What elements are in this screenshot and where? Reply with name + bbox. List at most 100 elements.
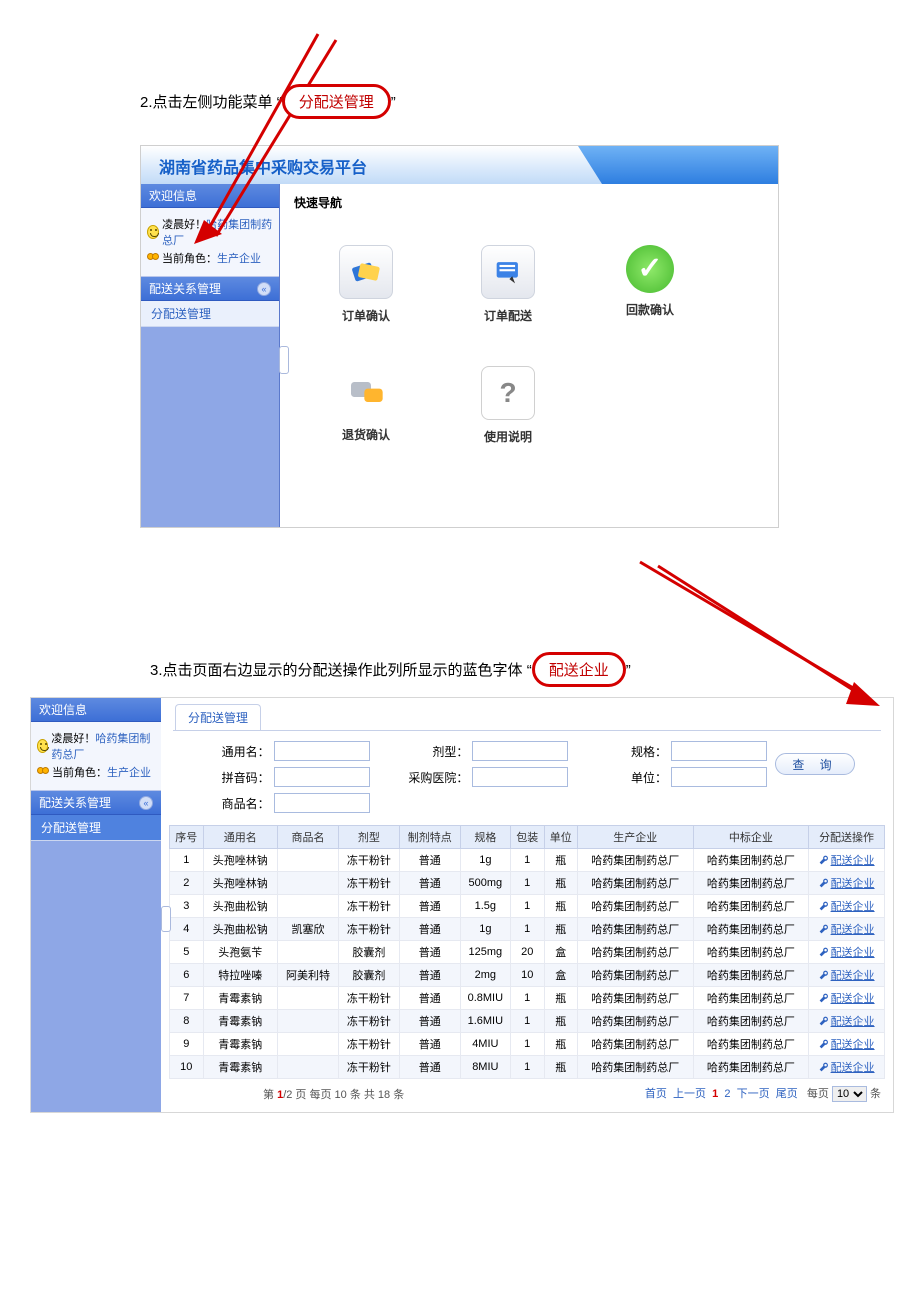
filter-pinyin: 拼音码：	[179, 767, 370, 787]
distribute-link[interactable]: 配送企业	[831, 993, 875, 1005]
help-icon: ?	[481, 366, 535, 420]
form-input[interactable]	[472, 741, 568, 761]
filter-spec: 规格：	[576, 741, 767, 761]
pinyin-input[interactable]	[274, 767, 370, 787]
page-1: 1	[712, 1088, 718, 1100]
col-header: 制剂特点	[399, 826, 460, 849]
splitter-handle[interactable]	[279, 346, 289, 374]
menu-group-header[interactable]: 配送关系管理 «	[141, 277, 279, 301]
col-header: 剂型	[338, 826, 399, 849]
wrench-icon	[819, 878, 829, 888]
greeting-text: 凌晨好！哈药集团制药总厂	[162, 216, 273, 248]
table-row: 4头孢曲松钠凯塞欣冻干粉针普通1g1瓶哈药集团制药总厂哈药集团制药总厂配送企业	[170, 918, 885, 941]
wrench-icon	[819, 901, 829, 911]
table-row: 6特拉唑嗪阿美利特胶囊剂普通2mg10盒哈药集团制药总厂哈药集团制药总厂配送企业	[170, 964, 885, 987]
content-tab: 分配送管理	[175, 704, 893, 730]
smile-icon	[37, 739, 48, 753]
filter-hospital: 采购医院：	[378, 767, 569, 787]
collapse-icon[interactable]: «	[139, 796, 153, 810]
page-2[interactable]: 2	[724, 1088, 730, 1100]
payment-confirm-icon: ✓	[626, 245, 674, 293]
sidebar: 欢迎信息 凌晨好！哈药集团制药总厂 当前角色：生产企业 配送关系管理 « 分配送…	[141, 184, 280, 527]
table-row: 8青霉素钠冻干粉针普通1.6MIU1瓶哈药集团制药总厂哈药集团制药总厂配送企业	[170, 1010, 885, 1033]
wrench-icon	[819, 1016, 829, 1026]
distribute-link[interactable]: 配送企业	[831, 1016, 875, 1028]
col-header: 单位	[544, 826, 578, 849]
wrench-icon	[819, 924, 829, 934]
table-row: 10青霉素钠冻干粉针普通8MIU1瓶哈药集团制药总厂哈药集团制药总厂配送企业	[170, 1056, 885, 1079]
table-row: 3头孢曲松钠冻干粉针普通1.5g1瓶哈药集团制药总厂哈药集团制药总厂配送企业	[170, 895, 885, 918]
filter-bar: 通用名： 剂型： 规格： 查 询 拼音码： 采购医院： 单位： 商品名：	[173, 730, 881, 819]
filter-unit: 单位：	[576, 767, 767, 787]
filter-generic-name: 通用名：	[179, 741, 370, 761]
order-confirm-icon	[339, 245, 393, 299]
return-confirm-icon	[340, 366, 392, 418]
page-first[interactable]: 首页	[645, 1088, 667, 1100]
role-text: 当前角色：生产企业	[162, 250, 261, 266]
sidebar-item-distribution[interactable]: 分配送管理	[141, 301, 279, 327]
col-header: 包装	[510, 826, 544, 849]
wrench-icon	[819, 855, 829, 865]
page-next[interactable]: 下一页	[737, 1088, 770, 1100]
quick-order-confirm[interactable]: 订单确认	[330, 245, 402, 324]
hospital-input[interactable]	[472, 767, 568, 787]
wrench-icon	[819, 970, 829, 980]
query-button[interactable]: 查 询	[775, 753, 855, 775]
table-row: 2头孢唑林钠冻干粉针普通500mg1瓶哈药集团制药总厂哈药集团制药总厂配送企业	[170, 872, 885, 895]
table-row: 7青霉素钠冻干粉针普通0.8MIU1瓶哈药集团制药总厂哈药集团制药总厂配送企业	[170, 987, 885, 1010]
distribute-link[interactable]: 配送企业	[831, 947, 875, 959]
order-delivery-icon	[481, 245, 535, 299]
quick-order-delivery[interactable]: 订单配送	[472, 245, 544, 324]
quick-help[interactable]: ? 使用说明	[472, 366, 544, 445]
page-last[interactable]: 尾页	[776, 1088, 798, 1100]
col-header: 序号	[170, 826, 204, 849]
smile-icon	[147, 225, 159, 239]
quick-payment-confirm[interactable]: ✓ 回款确认	[614, 245, 686, 324]
step3-callout: 配送企业	[532, 652, 626, 687]
spec-input[interactable]	[671, 741, 767, 761]
pagination: 第 1/2 页 每页 10 条 共 18 条 首页 上一页 1 2 下一页 尾页…	[161, 1079, 893, 1112]
people-icon	[37, 767, 49, 777]
welcome-header-2: 欢迎信息	[31, 698, 161, 722]
quick-return-confirm[interactable]: 退货确认	[330, 366, 402, 445]
welcome-panel-2: 凌晨好！哈药集团制药总厂 当前角色：生产企业	[31, 722, 161, 791]
col-header: 规格	[460, 826, 510, 849]
wrench-icon	[819, 1062, 829, 1072]
screenshot-1: 湖南省药品集中采购交易平台 欢迎信息 凌晨好！哈药集团制药总厂 当前角色：生产企…	[140, 145, 779, 528]
page-size-select[interactable]: 10	[832, 1086, 867, 1102]
distribute-link[interactable]: 配送企业	[831, 878, 875, 890]
unit-input[interactable]	[671, 767, 767, 787]
main-area-2: 分配送管理 通用名： 剂型： 规格： 查 询 拼音码： 采购医院： 单位： 商品…	[161, 698, 893, 1112]
brand-input[interactable]	[274, 793, 370, 813]
splitter-handle-2[interactable]	[161, 906, 171, 932]
page-summary: 第 1/2 页 每页 10 条 共 18 条	[263, 1086, 404, 1102]
distribute-link[interactable]: 配送企业	[831, 901, 875, 913]
wrench-icon	[819, 993, 829, 1003]
table-row: 1头孢唑林钠冻干粉针普通1g1瓶哈药集团制药总厂哈药集团制药总厂配送企业	[170, 849, 885, 872]
people-icon	[147, 253, 159, 263]
collapse-icon[interactable]: «	[257, 282, 271, 296]
distribute-link[interactable]: 配送企业	[831, 1062, 875, 1074]
distribute-link[interactable]: 配送企业	[831, 855, 875, 867]
distribute-link[interactable]: 配送企业	[831, 970, 875, 982]
distribute-link[interactable]: 配送企业	[831, 924, 875, 936]
page-prev[interactable]: 上一页	[673, 1088, 706, 1100]
col-header: 分配送操作	[809, 826, 885, 849]
wrench-icon	[819, 947, 829, 957]
col-header: 生产企业	[578, 826, 694, 849]
app-banner: 湖南省药品集中采购交易平台	[141, 146, 778, 184]
sidebar-2: 欢迎信息 凌晨好！哈药集团制药总厂 当前角色：生产企业 配送关系管理 « 分配送…	[31, 698, 161, 1112]
sidebar-item-distribution-2[interactable]: 分配送管理	[31, 815, 161, 841]
step3-instruction: 3.点击页面右边显示的分配送操作此列所显示的蓝色字体 “配送企业”	[150, 652, 920, 687]
filter-form: 剂型：	[378, 741, 569, 761]
generic-name-input[interactable]	[274, 741, 370, 761]
wrench-icon	[819, 1039, 829, 1049]
step2-instruction: 2.点击左侧功能菜单 “分配送管理”	[140, 84, 920, 119]
welcome-header: 欢迎信息	[141, 184, 279, 208]
distribute-link[interactable]: 配送企业	[831, 1039, 875, 1051]
col-header: 商品名	[278, 826, 339, 849]
col-header: 中标企业	[693, 826, 809, 849]
menu-group-header-2[interactable]: 配送关系管理 «	[31, 791, 161, 815]
tab-distribution[interactable]: 分配送管理	[175, 704, 261, 730]
main-area: 快速导航 订单确认 订单配送 ✓	[280, 184, 778, 527]
